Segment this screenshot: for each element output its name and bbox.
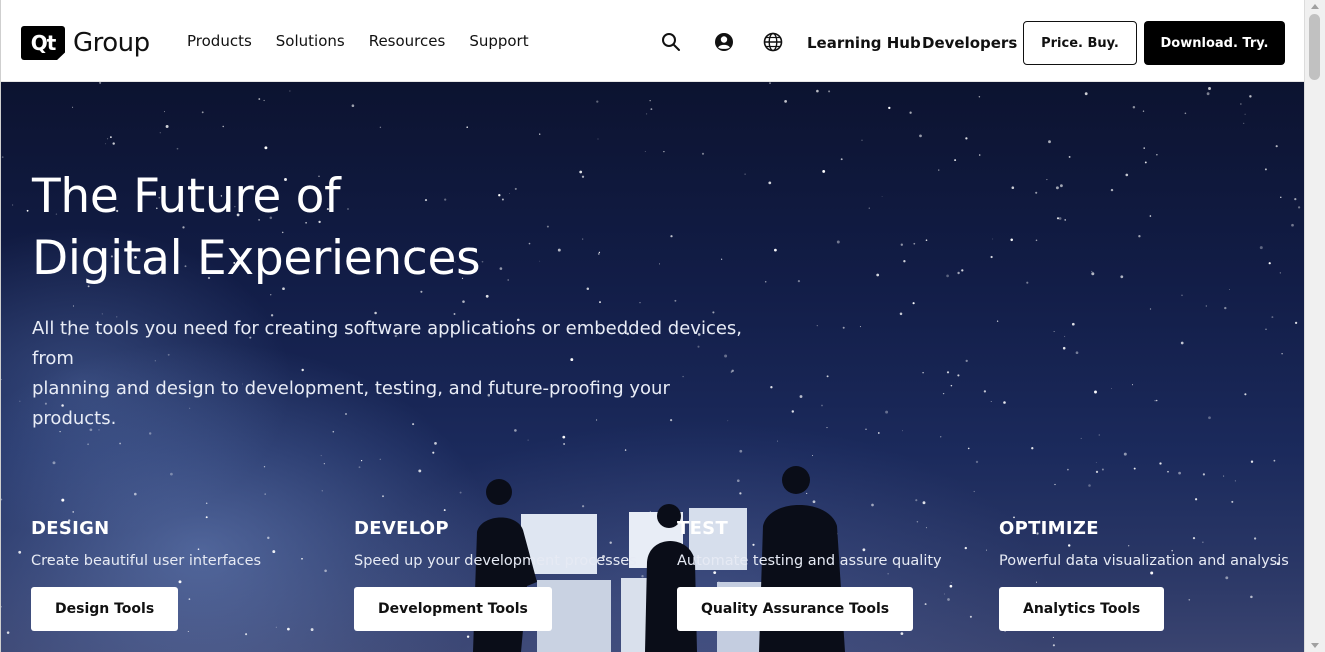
price-buy-button[interactable]: Price. Buy. [1023,21,1137,65]
optimize-description: Powerful data visualization and analysis [999,553,1289,569]
qt-group-logo[interactable]: Qt Group [21,26,150,60]
scrollbar-thumb[interactable] [1309,14,1320,80]
design-column: DESIGN Create beautiful user interfaces … [31,518,331,631]
learning-hub-link[interactable]: Learning Hub [807,34,921,52]
nav-solutions[interactable]: Solutions [276,32,345,50]
development-tools-button[interactable]: Development Tools [354,587,552,631]
develop-column: DEVELOP Speed up your development proces… [354,518,654,631]
test-column: TEST Automate testing and assure quality… [677,518,977,631]
optimize-column: OPTIMIZE Powerful data visualization and… [999,518,1299,631]
site-header: Qt Group Products Solutions Resources Su… [1,1,1304,82]
analytics-tools-button[interactable]: Analytics Tools [999,587,1165,631]
search-icon[interactable] [661,32,681,52]
user-account-icon[interactable] [714,32,734,52]
test-heading: TEST [677,518,729,539]
hero-section: The Future of Digital Experiences All th… [1,82,1304,652]
develop-description: Speed up your development processes [354,553,637,569]
design-description: Create beautiful user interfaces [31,553,262,569]
test-description: Automate testing and assure quality [677,553,942,569]
developers-link[interactable]: Developers [922,34,1017,52]
hero-subtitle: All the tools you need for creating soft… [32,318,743,429]
qt-logo-mark: Qt [21,26,65,60]
quality-assurance-tools-button[interactable]: Quality Assurance Tools [677,587,914,631]
download-try-button[interactable]: Download. Try. [1144,21,1285,65]
vertical-scrollbar[interactable] [1304,0,1325,652]
nav-resources[interactable]: Resources [369,32,446,50]
design-heading: DESIGN [31,518,110,539]
design-tools-button[interactable]: Design Tools [31,587,179,631]
scroll-down-arrow-icon[interactable] [1311,643,1319,648]
optimize-heading: OPTIMIZE [999,518,1099,539]
nav-support[interactable]: Support [469,32,528,50]
hero-title: The Future of Digital Experiences [32,169,481,286]
scroll-up-arrow-icon[interactable] [1311,4,1319,9]
globe-icon[interactable] [763,32,783,52]
nav-products[interactable]: Products [187,32,252,50]
main-nav: Products Solutions Resources Support [187,32,529,50]
qt-logo-wordmark: Group [73,28,150,58]
develop-heading: DEVELOP [354,518,449,539]
